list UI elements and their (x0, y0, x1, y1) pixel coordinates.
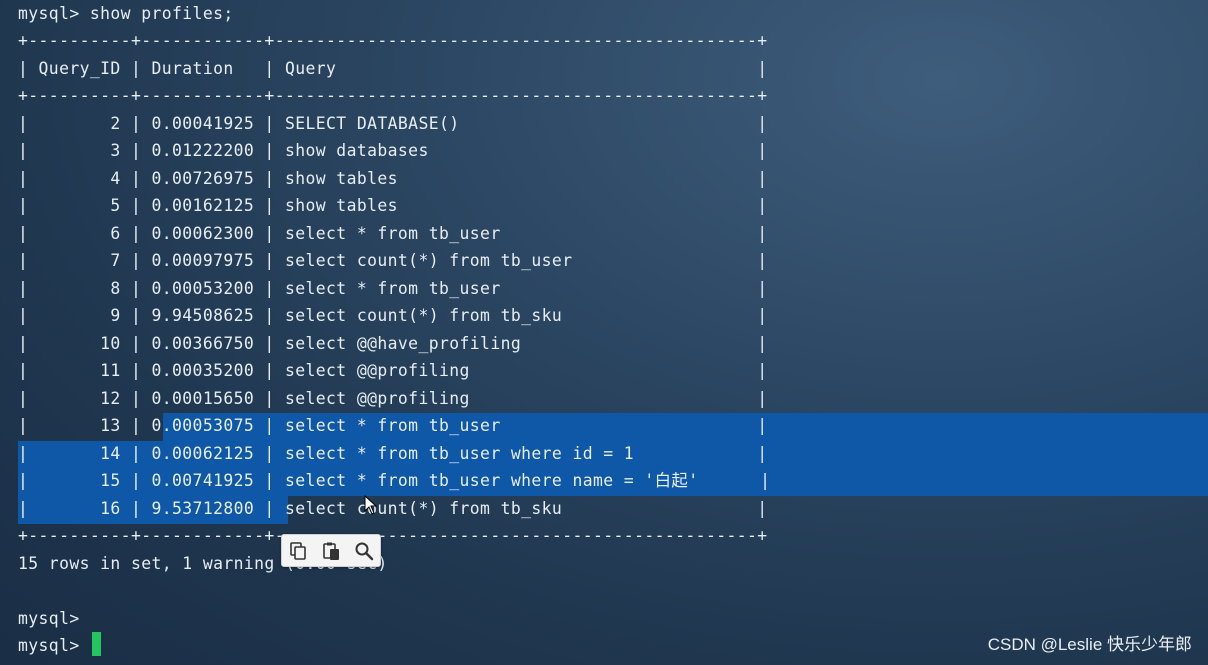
table-row: | 11 | 0.00035200 | select @@profiling | (18, 361, 768, 380)
table-row: | 3 | 0.01222200 | show databases | (18, 141, 768, 160)
copy-icon (290, 541, 307, 560)
table-header: | Query_ID | Duration | Query | (18, 59, 768, 78)
paste-icon (323, 542, 339, 560)
watermark: CSDN @Leslie 快乐少年郎 (987, 635, 1192, 654)
terminal-window[interactable]: mysql> show profiles; +----------+------… (0, 0, 1208, 665)
table-border-mid: +----------+------------+---------------… (18, 86, 768, 105)
table-row: | 12 | 0.00015650 | select @@profiling | (18, 389, 768, 408)
table-row: | 7 | 0.00097975 | select count(*) from … (18, 251, 768, 270)
table-row: | 14 | 0.00062125 | select * from tb_use… (18, 444, 768, 463)
text-cursor (91, 632, 101, 656)
table-border-top: +----------+------------+---------------… (18, 31, 768, 50)
table-row: | 9 | 9.94508625 | select count(*) from … (18, 306, 768, 325)
command-line: mysql> show profiles; (18, 4, 234, 23)
copy-button[interactable] (286, 539, 310, 563)
table-row: | 5 | 0.00162125 | show tables | (18, 196, 768, 215)
table-row: | 8 | 0.00053200 | select * from tb_user… (18, 279, 768, 298)
paste-button[interactable] (319, 539, 343, 563)
search-icon (355, 542, 373, 560)
table-row: | 13 | 0.00053075 | select * from tb_use… (18, 416, 768, 435)
table-row: | 6 | 0.00062300 | select * from tb_user… (18, 224, 768, 243)
mouse-pointer-icon (364, 495, 378, 515)
prompt-line-2[interactable]: mysql> (18, 632, 101, 659)
search-button[interactable] (352, 539, 376, 563)
table-row: | 10 | 0.00366750 | select @@have_profil… (18, 334, 768, 353)
table-row: | 16 | 9.53712800 | select count(*) from… (18, 499, 768, 518)
selection-toolbar (281, 534, 381, 567)
prompt-text: mysql> (18, 636, 80, 655)
prompt-line-1: mysql> (18, 609, 80, 628)
table-border-bottom: +----------+------------+---------------… (18, 526, 768, 545)
table-row: | 2 | 0.00041925 | SELECT DATABASE() | (18, 114, 768, 133)
table-row: | 4 | 0.00726975 | show tables | (18, 169, 768, 188)
table-row: | 15 | 0.00741925 | select * from tb_use… (18, 471, 771, 490)
